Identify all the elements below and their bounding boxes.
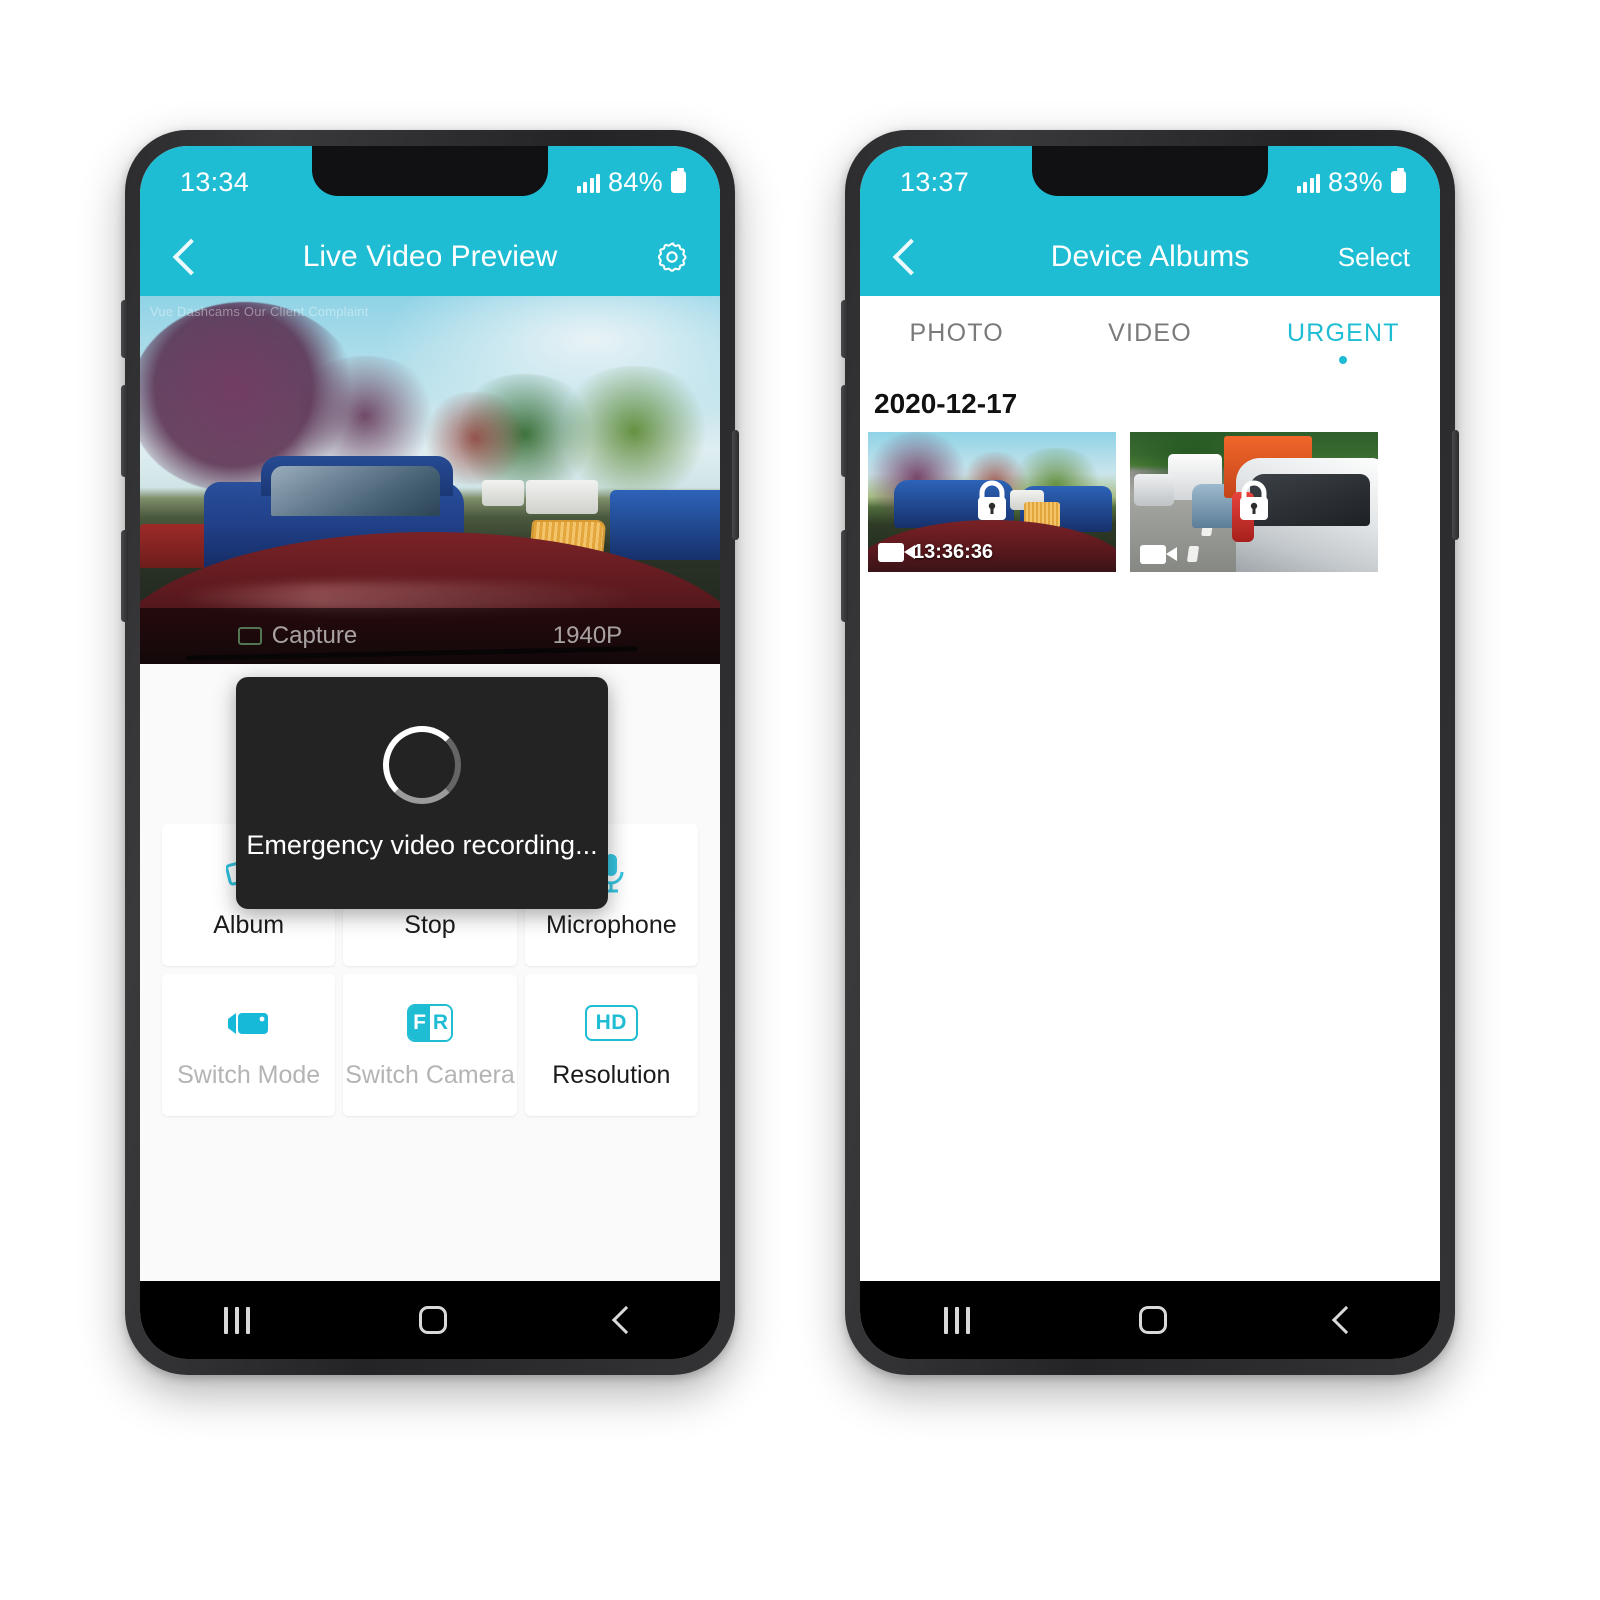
tree-decor — [554, 366, 714, 496]
dialog-message: Emergency video recording... — [246, 829, 598, 860]
bixby-button[interactable] — [841, 530, 848, 622]
video-overlay-toolbar: Capture 1940P — [140, 608, 720, 664]
recents-icon[interactable] — [224, 1306, 251, 1334]
back-icon[interactable] — [611, 1305, 640, 1335]
thumbnail-item[interactable]: 13:36:36 — [868, 432, 1116, 572]
battery-percent: 84% — [608, 166, 663, 197]
tile-switch-camera[interactable]: FR Switch Camera — [343, 974, 517, 1116]
status-bar: 13:37 83% — [860, 146, 1440, 218]
status-bar: 13:34 84% — [140, 146, 720, 218]
power-button[interactable] — [1452, 430, 1459, 540]
tab-video[interactable]: VIDEO — [1053, 319, 1246, 348]
album-empty-area — [860, 572, 1440, 1281]
tile-resolution[interactable]: HD Resolution — [524, 974, 698, 1116]
recents-icon[interactable] — [944, 1306, 971, 1334]
loading-spinner-icon — [383, 725, 461, 804]
status-indicators: 84% — [576, 166, 686, 198]
volume-down-button[interactable] — [121, 385, 128, 477]
chevron-left-icon[interactable] — [172, 238, 210, 276]
vehicle-decor — [1134, 474, 1174, 506]
phone-screen-left: 13:34 84% Live Video Preview Vue Dashcam… — [140, 146, 720, 1359]
status-time: 13:34 — [180, 166, 250, 197]
app-bar: Device Albums Select — [860, 218, 1440, 296]
gear-icon[interactable] — [654, 239, 690, 275]
display-notch — [312, 146, 548, 196]
app-bar: Live Video Preview — [140, 218, 720, 296]
tab-label: VIDEO — [1108, 318, 1192, 347]
signal-bars-icon — [576, 172, 601, 193]
tile-label: Stop — [404, 910, 456, 939]
android-nav-bar — [140, 1281, 720, 1359]
home-icon[interactable] — [418, 1306, 447, 1334]
thumbnail-timestamp: 13:36:36 — [913, 541, 994, 563]
android-nav-bar — [860, 1281, 1440, 1359]
tile-label: Album — [213, 910, 285, 939]
select-button[interactable]: Select — [1338, 242, 1410, 273]
status-time: 13:37 — [900, 166, 970, 197]
camcorder-icon — [225, 1001, 273, 1045]
video-resolution-label[interactable]: 1940P — [553, 622, 622, 650]
live-video-preview[interactable]: Vue Dashcams Our Client Complaint Captur… — [140, 296, 720, 664]
signal-bars-icon — [1296, 172, 1321, 193]
section-date-header: 2020-12-17 — [874, 388, 1018, 419]
volume-up-button[interactable] — [121, 300, 128, 358]
capture-icon — [237, 627, 262, 645]
emergency-recording-dialog: Emergency video recording... — [236, 677, 608, 909]
vehicle-decor — [526, 480, 598, 514]
tab-urgent[interactable]: URGENT — [1247, 318, 1440, 364]
display-notch — [1032, 146, 1268, 196]
status-indicators: 83% — [1296, 166, 1406, 198]
thumbnail-meta: 13:36:36 — [878, 541, 993, 564]
capture-label: Capture — [271, 622, 358, 649]
vehicle-decor — [482, 480, 524, 506]
chevron-left-icon[interactable] — [892, 238, 930, 276]
volume-down-button[interactable] — [841, 385, 848, 477]
active-tab-indicator — [1339, 355, 1348, 364]
battery-percent: 83% — [1328, 166, 1383, 197]
video-watermark: Vue Dashcams Our Client Complaint — [150, 304, 369, 319]
power-button[interactable] — [732, 430, 739, 540]
lock-icon — [1240, 480, 1268, 520]
tile-label: Switch Mode — [177, 1060, 321, 1089]
front-rear-icon: FR — [406, 1001, 453, 1045]
lock-icon — [978, 480, 1006, 520]
tile-label: Microphone — [546, 910, 677, 939]
battery-icon — [1391, 168, 1406, 193]
video-camera-icon — [1140, 545, 1177, 564]
phone-device-right: 13:37 83% Device Albums Select PHOTO VID… — [841, 130, 1459, 1375]
thumbnail-meta — [1140, 545, 1177, 564]
page-title: Live Video Preview — [302, 240, 558, 273]
hd-badge-icon: HD — [584, 1001, 638, 1045]
battery-icon — [671, 168, 686, 193]
video-camera-icon — [878, 543, 915, 562]
album-tab-bar: PHOTO VIDEO URGENT — [860, 296, 1440, 370]
tile-switch-mode[interactable]: Switch Mode — [162, 974, 336, 1116]
capture-button[interactable]: Capture — [237, 622, 358, 650]
phone-device-left: 13:34 84% Live Video Preview Vue Dashcam… — [121, 130, 739, 1375]
tab-label: PHOTO — [909, 318, 1004, 347]
tab-photo[interactable]: PHOTO — [860, 319, 1053, 348]
media-thumbnail-list: 13:36:36 — [860, 432, 1440, 572]
phone-screen-right: 13:37 83% Device Albums Select PHOTO VID… — [860, 146, 1440, 1359]
home-icon[interactable] — [1138, 1306, 1167, 1334]
screenshot-canvas: 13:34 84% Live Video Preview Vue Dashcam… — [0, 0, 1600, 1600]
tab-label: URGENT — [1286, 318, 1400, 347]
volume-up-button[interactable] — [841, 300, 848, 358]
tile-label: Resolution — [552, 1060, 671, 1089]
tile-label: Switch Camera — [345, 1060, 515, 1089]
back-icon[interactable] — [1331, 1305, 1360, 1335]
vehicle-decor — [610, 490, 720, 560]
bixby-button[interactable] — [121, 530, 128, 622]
thumbnail-item[interactable] — [1130, 432, 1378, 572]
